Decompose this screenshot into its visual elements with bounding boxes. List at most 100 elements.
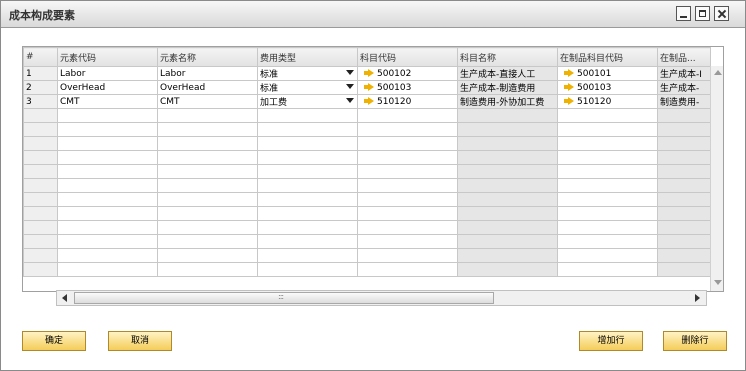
table-row[interactable] <box>23 122 711 137</box>
empty-cell[interactable] <box>557 220 658 235</box>
cancel-button[interactable]: 取消 <box>108 331 172 351</box>
empty-cell[interactable] <box>557 122 658 137</box>
empty-cell[interactable] <box>557 234 658 249</box>
empty-cell[interactable] <box>657 122 711 137</box>
empty-cell[interactable] <box>157 248 258 263</box>
empty-cell[interactable] <box>257 122 358 137</box>
empty-cell[interactable] <box>357 108 458 123</box>
cell-type[interactable]: 标准 <box>257 66 358 81</box>
empty-cell[interactable] <box>257 234 358 249</box>
empty-cell[interactable] <box>657 192 711 207</box>
table-row[interactable] <box>23 192 711 207</box>
empty-cell[interactable] <box>357 220 458 235</box>
scroll-left-icon[interactable] <box>62 294 67 302</box>
cell-name[interactable]: CMT <box>157 94 258 109</box>
empty-cell[interactable] <box>457 220 558 235</box>
cell-acct[interactable]: 500102 <box>357 66 458 81</box>
empty-cell[interactable] <box>657 234 711 249</box>
table-row[interactable] <box>23 206 711 221</box>
table-row[interactable] <box>23 248 711 263</box>
link-arrow-icon[interactable] <box>364 97 374 105</box>
empty-cell[interactable] <box>357 262 458 277</box>
cell-wip_name[interactable]: 制造费用- <box>657 94 711 109</box>
dropdown-arrow-icon[interactable] <box>346 98 354 103</box>
empty-cell[interactable] <box>157 164 258 179</box>
empty-cell[interactable] <box>157 122 258 137</box>
empty-cell[interactable] <box>657 178 711 193</box>
table-row[interactable] <box>23 262 711 277</box>
col-header-acct[interactable]: 科目代码 <box>357 47 458 67</box>
cell-name[interactable]: OverHead <box>157 80 258 95</box>
table-row[interactable] <box>23 234 711 249</box>
empty-cell[interactable] <box>57 220 158 235</box>
cell-wip_name[interactable]: 生产成本-I <box>657 66 711 81</box>
horizontal-scrollbar[interactable] <box>56 290 707 306</box>
dropdown-arrow-icon[interactable] <box>346 84 354 89</box>
empty-cell[interactable] <box>57 206 158 221</box>
empty-cell[interactable] <box>357 178 458 193</box>
col-header-name[interactable]: 元素名称 <box>157 47 258 67</box>
maximize-icon[interactable] <box>695 6 710 21</box>
empty-cell[interactable] <box>557 262 658 277</box>
link-arrow-icon[interactable] <box>564 69 574 77</box>
table-row[interactable] <box>23 178 711 193</box>
empty-cell[interactable] <box>357 150 458 165</box>
empty-cell[interactable] <box>157 220 258 235</box>
table-row[interactable]: 2 OverHead OverHead 标准 500103 生产成本-制造费用 500103… <box>23 80 711 95</box>
empty-cell[interactable] <box>57 234 158 249</box>
empty-cell[interactable] <box>257 164 358 179</box>
cell-code[interactable]: OverHead <box>57 80 158 95</box>
scroll-down-icon[interactable] <box>714 280 722 285</box>
cell-wip[interactable]: 500101 <box>557 66 658 81</box>
empty-cell[interactable] <box>657 108 711 123</box>
delete-row-button[interactable]: 删除行 <box>663 331 727 351</box>
empty-cell[interactable] <box>457 108 558 123</box>
empty-cell[interactable] <box>557 248 658 263</box>
empty-cell[interactable] <box>57 262 158 277</box>
empty-cell[interactable] <box>157 234 258 249</box>
empty-cell[interactable] <box>357 248 458 263</box>
empty-cell[interactable] <box>257 262 358 277</box>
empty-cell[interactable] <box>457 206 558 221</box>
col-header-type[interactable]: 费用类型 <box>257 47 358 67</box>
scrollbar-thumb[interactable] <box>74 292 494 304</box>
empty-cell[interactable] <box>457 136 558 151</box>
add-row-button[interactable]: 增加行 <box>579 331 643 351</box>
table-row[interactable] <box>23 220 711 235</box>
empty-cell[interactable] <box>657 164 711 179</box>
empty-cell[interactable] <box>657 248 711 263</box>
empty-cell[interactable] <box>657 150 711 165</box>
table-row[interactable] <box>23 150 711 165</box>
empty-cell[interactable] <box>57 248 158 263</box>
empty-cell[interactable] <box>57 164 158 179</box>
empty-cell[interactable] <box>357 164 458 179</box>
empty-cell[interactable] <box>257 178 358 193</box>
empty-cell[interactable] <box>557 150 658 165</box>
empty-cell[interactable] <box>257 248 358 263</box>
cell-code[interactable]: CMT <box>57 94 158 109</box>
col-header-wip-name[interactable]: 在制品... <box>657 47 711 67</box>
cell-acct_name[interactable]: 生产成本-直接人工 <box>457 66 558 81</box>
scroll-up-icon[interactable] <box>714 70 722 75</box>
cell-wip[interactable]: 510120 <box>557 94 658 109</box>
empty-cell[interactable] <box>457 262 558 277</box>
empty-cell[interactable] <box>157 206 258 221</box>
empty-cell[interactable] <box>457 164 558 179</box>
empty-cell[interactable] <box>257 136 358 151</box>
close-icon[interactable] <box>714 6 729 21</box>
cell-acct[interactable]: 500103 <box>357 80 458 95</box>
empty-cell[interactable] <box>357 192 458 207</box>
cell-type[interactable]: 加工费 <box>257 94 358 109</box>
empty-cell[interactable] <box>57 136 158 151</box>
empty-cell[interactable] <box>357 234 458 249</box>
table-row[interactable] <box>23 136 711 151</box>
cell-wip_name[interactable]: 生产成本- <box>657 80 711 95</box>
empty-cell[interactable] <box>257 206 358 221</box>
table-row[interactable]: 3 CMT CMT 加工费 510120 制造费用-外协加工费 510120 制造费用- <box>23 94 711 109</box>
vertical-scrollbar[interactable] <box>710 66 723 291</box>
empty-cell[interactable] <box>157 178 258 193</box>
empty-cell[interactable] <box>157 192 258 207</box>
empty-cell[interactable] <box>557 136 658 151</box>
empty-cell[interactable] <box>57 122 158 137</box>
table-row[interactable]: 1 Labor Labor 标准 500102 生产成本-直接人工 500101 生产成本-I <box>23 66 711 81</box>
